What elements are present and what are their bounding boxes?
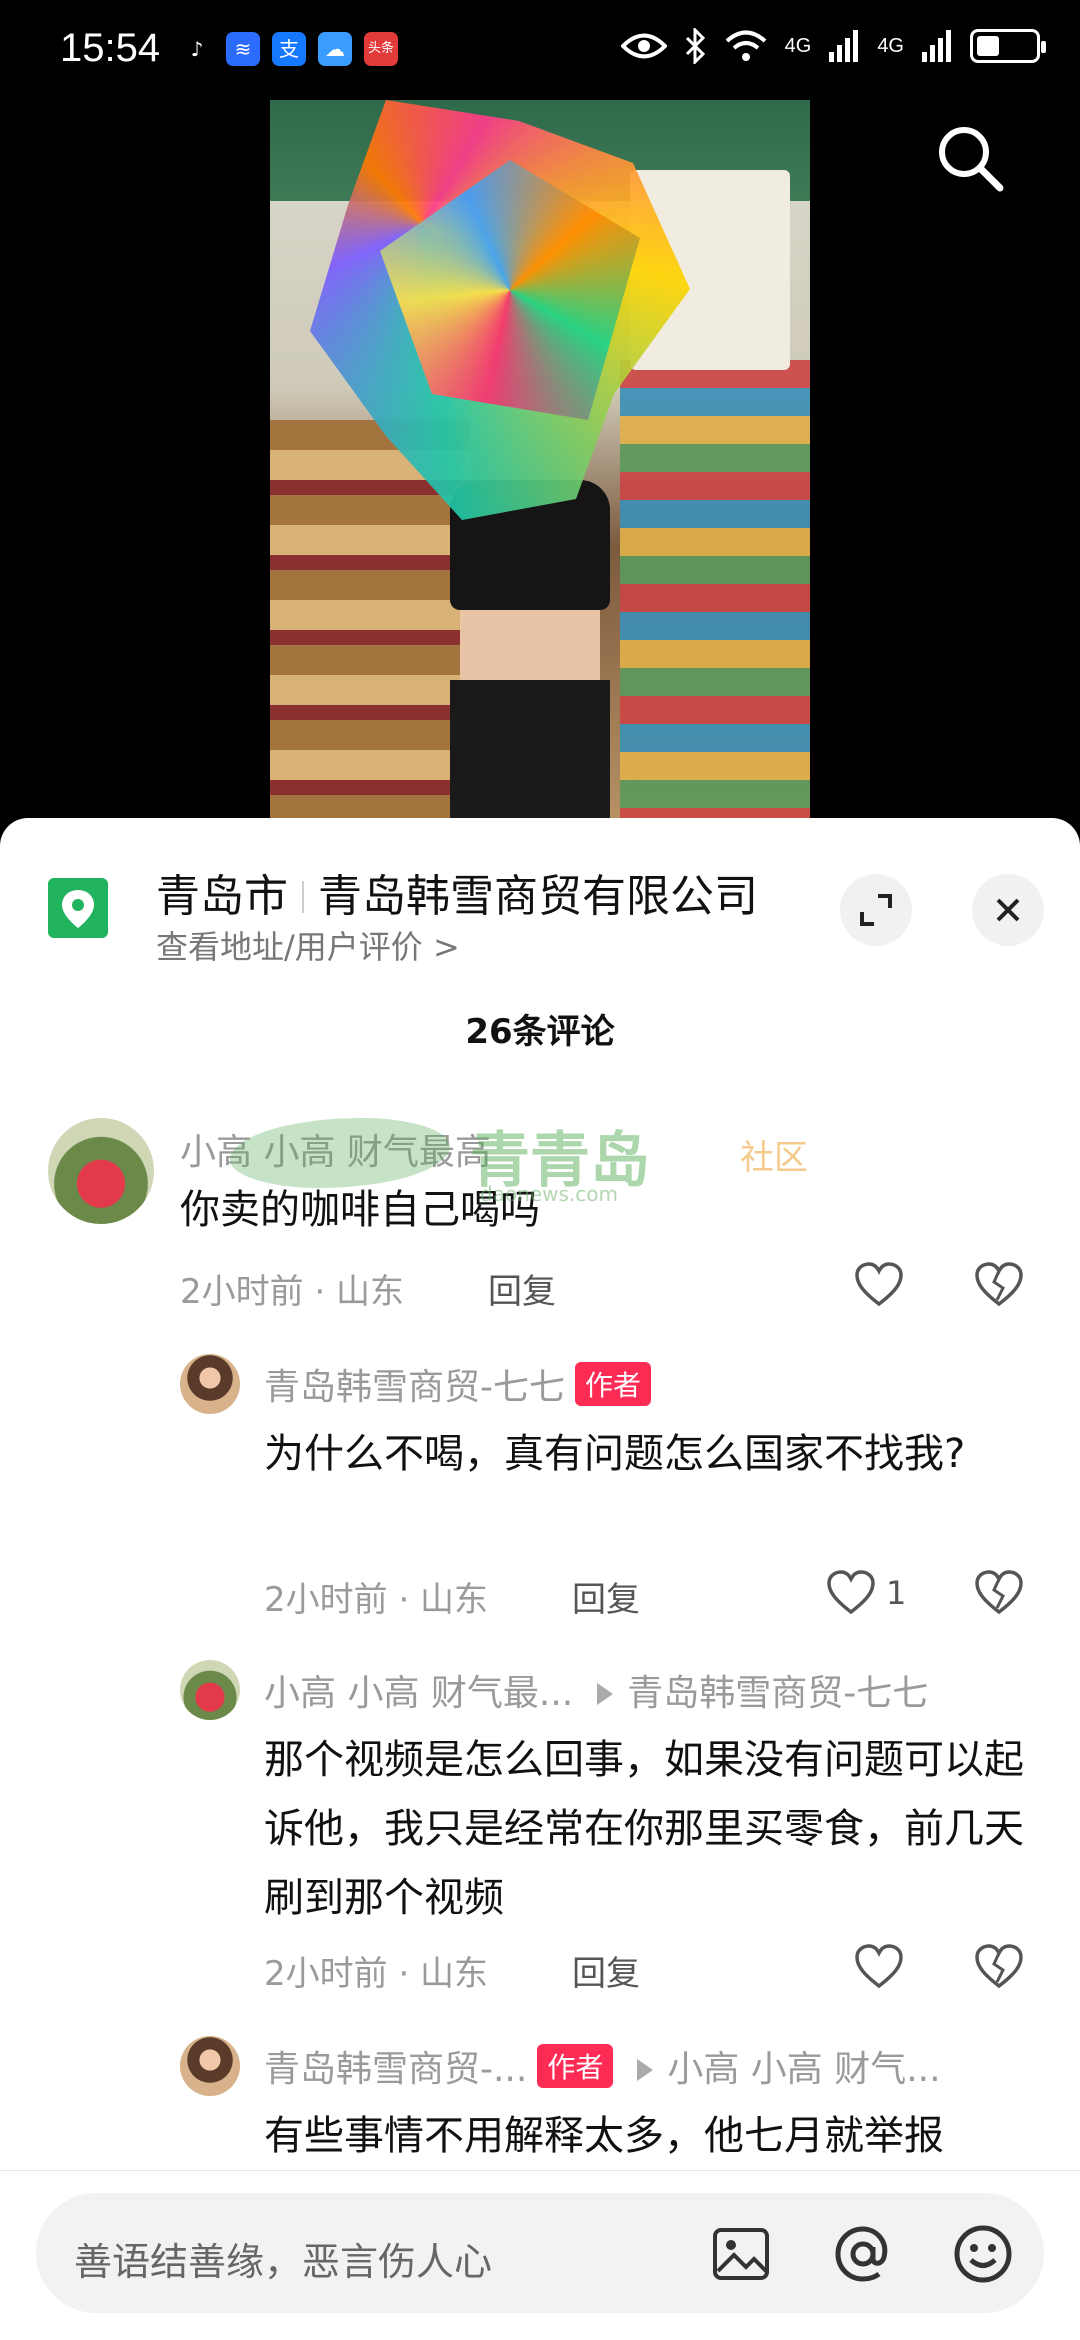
- emoji-icon[interactable]: [952, 2223, 1014, 2285]
- status-indicators: 4G 4G: [620, 28, 1046, 64]
- comment-meta: 2小时前 · 山东: [264, 1580, 489, 1620]
- author-badge: 作者: [537, 2044, 614, 2088]
- comment-text: 有些事情不用解释太多，他七月就举报: [264, 2113, 944, 2159]
- dislike-icon[interactable]: [974, 1262, 1024, 1308]
- reply-to-name: 青岛韩雪商贸-七七: [627, 1673, 929, 1714]
- signal-label-2: 4G: [877, 34, 904, 57]
- like-icon[interactable]: [826, 1570, 876, 1616]
- avatar[interactable]: [48, 1118, 154, 1224]
- location-pin-icon: [48, 878, 108, 938]
- location-divider: [302, 881, 304, 913]
- dislike-icon[interactable]: [974, 1570, 1024, 1616]
- reply-arrow-icon: [637, 2059, 654, 2081]
- avatar[interactable]: [180, 1660, 240, 1720]
- bluetooth-icon: [685, 28, 705, 64]
- location-city: 青岛市: [156, 871, 288, 922]
- comment-count: 26条评论: [465, 1012, 615, 1052]
- tiktok-icon: ♪: [180, 32, 214, 66]
- signal-bars-icon-2: [922, 30, 951, 62]
- status-bar: 15:54 ♪ ≋ 支 ☁ 头条 4G 4G: [0, 0, 1080, 100]
- comment-author[interactable]: 小高 小高 财气最高: [180, 1123, 491, 1175]
- status-app-icons: ♪ ≋ 支 ☁ 头条: [180, 32, 398, 66]
- avatar[interactable]: [180, 1354, 240, 1414]
- location-title[interactable]: 青岛市 青岛韩雪商贸有限公司: [156, 860, 758, 924]
- comment-author-name: 青岛韩雪商贸-...: [264, 2049, 528, 2090]
- comment-author[interactable]: 小高 小高 财气最... 青岛韩雪商贸-七七: [264, 1664, 928, 1716]
- reply-button[interactable]: 回复: [488, 1264, 556, 1313]
- expand-button[interactable]: [840, 874, 912, 946]
- video-shelf-right: [620, 360, 810, 820]
- reply-to-name: 小高 小高 财气...: [667, 2049, 941, 2090]
- comment-author[interactable]: 青岛韩雪商贸-七七 作者: [264, 1358, 652, 1410]
- comment-author-name: 小高 小高 财气最...: [264, 1673, 574, 1714]
- comment-input-bar: 善语结善缘，恶言伤人心: [0, 2170, 1080, 2340]
- reply-button[interactable]: 回复: [572, 1946, 640, 1995]
- battery-icon: [970, 29, 1046, 63]
- weather-icon: ☁: [318, 32, 352, 66]
- comment-text: 你卖的咖啡自己喝吗: [180, 1187, 540, 1233]
- voice-app-icon: ≋: [226, 32, 260, 66]
- comment-meta: 2小时前 · 山东: [180, 1272, 405, 1312]
- alipay-icon: 支: [272, 32, 306, 66]
- author-badge: 作者: [575, 1362, 652, 1406]
- location-name: 青岛韩雪商贸有限公司: [318, 871, 758, 922]
- dislike-icon[interactable]: [974, 1944, 1024, 1990]
- status-time: 15:54: [60, 26, 161, 70]
- like-icon[interactable]: [854, 1944, 904, 1990]
- video-player[interactable]: [270, 100, 810, 820]
- eye-icon: [620, 33, 667, 59]
- reply-arrow-icon: [597, 1683, 614, 1705]
- like-icon[interactable]: [854, 1262, 904, 1308]
- search-icon[interactable]: [930, 118, 1010, 198]
- video-person: [430, 480, 630, 820]
- comment-author-name: 青岛韩雪商贸-七七: [264, 1367, 565, 1408]
- comments-sheet: 青岛市 青岛韩雪商贸有限公司 查看地址/用户评价 > 26条评论 小高 小高 财气…: [0, 818, 1080, 2340]
- like-count: 1: [886, 1574, 907, 1612]
- expand-icon: [860, 894, 892, 926]
- wifi-icon: [725, 30, 766, 61]
- comment-input-placeholder: 善语结善缘，恶言伤人心: [74, 2240, 493, 2284]
- location-reviews-link[interactable]: 查看地址/用户评价 >: [156, 922, 460, 968]
- close-button[interactable]: [972, 874, 1044, 946]
- comment-meta: 2小时前 · 山东: [264, 1954, 489, 1994]
- comment-text: 为什么不喝，真有问题怎么国家不找我?: [264, 1431, 966, 1477]
- signal-bars-icon: [829, 30, 859, 62]
- avatar[interactable]: [180, 2036, 240, 2096]
- toutiao-icon: 头条: [364, 32, 398, 66]
- mention-icon[interactable]: [832, 2223, 894, 2285]
- comment-author[interactable]: 青岛韩雪商贸-... 作者 小高 小高 财气...: [264, 2040, 941, 2092]
- signal-label-1: 4G: [784, 34, 812, 57]
- comment-input[interactable]: 善语结善缘，恶言伤人心: [36, 2193, 1044, 2313]
- close-icon: [996, 898, 1020, 922]
- image-icon[interactable]: [712, 2227, 770, 2281]
- comment-text: 那个视频是怎么回事，如果没有问题可以起诉他，我只是经常在你那里买零食，前几天刷到…: [264, 1737, 1024, 1921]
- reply-button[interactable]: 回复: [572, 1572, 640, 1621]
